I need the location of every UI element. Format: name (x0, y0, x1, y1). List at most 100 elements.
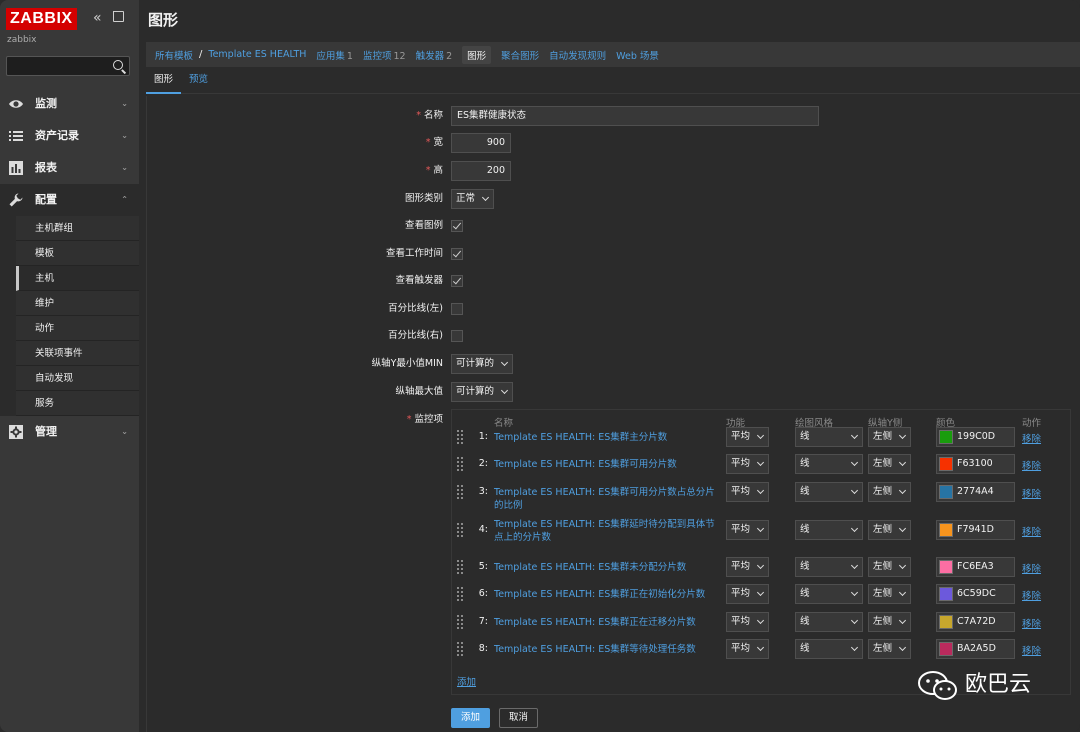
item-y-axis-select[interactable]: 左侧 (868, 584, 912, 604)
percent-left-checkbox[interactable] (451, 303, 463, 315)
item-y-axis-select[interactable]: 左侧 (868, 612, 912, 632)
percent-right-checkbox[interactable] (451, 330, 463, 342)
breadcrumb-triggers[interactable]: 触发器 2 (416, 48, 453, 62)
kiosk-mode-icon[interactable] (113, 11, 124, 22)
item-function-select[interactable]: 平均 (726, 639, 770, 659)
item-function-select[interactable]: 平均 (726, 584, 770, 604)
color-swatch[interactable] (939, 430, 953, 444)
item-draw-style-select[interactable]: 线 (795, 612, 863, 632)
show-worktime-checkbox[interactable] (451, 248, 463, 260)
tab-preview[interactable]: 预览 (181, 70, 216, 93)
item-y-axis-select[interactable]: 左侧 (868, 482, 912, 502)
breadcrumb-all-templates[interactable]: 所有模板 (155, 48, 193, 62)
drag-handle-icon[interactable] (457, 485, 463, 499)
color-swatch[interactable] (939, 523, 953, 537)
ymin-select[interactable]: 可计算的 (451, 354, 514, 374)
item-remove-link[interactable]: 移除 (1022, 431, 1041, 445)
add-button[interactable]: 添加 (451, 708, 491, 728)
drag-handle-icon[interactable] (457, 587, 463, 601)
zabbix-logo[interactable]: ZABBIX (6, 8, 77, 30)
color-hex-input[interactable]: F7941D (957, 521, 994, 539)
menu-item-monitoring[interactable]: 监测 ⌄ (0, 88, 139, 120)
submenu-item-maintenance[interactable]: 维护 (16, 291, 139, 316)
drag-handle-icon[interactable] (457, 642, 463, 656)
breadcrumb-template[interactable]: Template ES HEALTH (208, 49, 306, 60)
submenu-item-services[interactable]: 服务 (16, 391, 139, 416)
item-draw-style-select[interactable]: 线 (795, 454, 863, 474)
submenu-item-host-groups[interactable]: 主机群组 (16, 216, 139, 241)
item-remove-link[interactable]: 移除 (1022, 486, 1041, 500)
item-color-picker[interactable]: C7A72D (936, 612, 1015, 632)
breadcrumb-items[interactable]: 监控项 12 (363, 48, 406, 62)
item-draw-style-select[interactable]: 线 (795, 482, 863, 502)
item-name-link[interactable]: Template ES HEALTH: ES集群正在迁移分片数 (494, 616, 720, 629)
item-function-select[interactable]: 平均 (726, 427, 770, 447)
cancel-button[interactable]: 取消 (499, 708, 539, 728)
ymax-select[interactable]: 可计算的 (451, 382, 514, 402)
collapse-sidebar-icon[interactable]: « (93, 10, 102, 26)
item-y-axis-select[interactable]: 左侧 (868, 454, 912, 474)
width-input[interactable]: 900 (451, 133, 511, 153)
item-remove-link[interactable]: 移除 (1022, 524, 1041, 538)
submenu-item-discovery[interactable]: 自动发现 (16, 366, 139, 391)
color-hex-input[interactable]: BA2A5D (957, 640, 996, 658)
color-hex-input[interactable]: 6C59DC (957, 585, 996, 603)
item-function-select[interactable]: 平均 (726, 557, 770, 577)
item-name-link[interactable]: Template ES HEALTH: ES集群可用分片数占总分片的比例 (494, 486, 720, 512)
drag-handle-icon[interactable] (457, 430, 463, 444)
item-y-axis-select[interactable]: 左侧 (868, 520, 912, 540)
menu-item-reports[interactable]: 报表 ⌄ (0, 152, 139, 184)
menu-item-inventory[interactable]: 资产记录 ⌄ (0, 120, 139, 152)
show-triggers-checkbox[interactable] (451, 275, 463, 287)
name-input[interactable]: ES集群健康状态 (451, 106, 819, 126)
show-legend-checkbox[interactable] (451, 220, 463, 232)
add-item-link[interactable]: 添加 (457, 674, 476, 688)
graph-type-select[interactable]: 正常 (451, 189, 495, 209)
color-swatch[interactable] (939, 560, 953, 574)
item-remove-link[interactable]: 移除 (1022, 643, 1041, 657)
color-hex-input[interactable]: FC6EA3 (957, 558, 994, 576)
item-draw-style-select[interactable]: 线 (795, 427, 863, 447)
breadcrumb-discovery-rules[interactable]: 自动发现规则 (549, 48, 606, 62)
menu-item-configuration[interactable]: 配置 ⌃ (0, 184, 139, 216)
breadcrumb-applications[interactable]: 应用集 1 (316, 48, 353, 62)
color-swatch[interactable] (939, 485, 953, 499)
item-remove-link[interactable]: 移除 (1022, 588, 1041, 602)
item-color-picker[interactable]: 2774A4 (936, 482, 1015, 502)
item-color-picker[interactable]: F7941D (936, 520, 1015, 540)
item-function-select[interactable]: 平均 (726, 482, 770, 502)
item-remove-link[interactable]: 移除 (1022, 561, 1041, 575)
item-color-picker[interactable]: FC6EA3 (936, 557, 1015, 577)
submenu-item-event-correlation[interactable]: 关联项事件 (16, 341, 139, 366)
breadcrumb-screens[interactable]: 聚合图形 (501, 48, 539, 62)
drag-handle-icon[interactable] (457, 560, 463, 574)
item-function-select[interactable]: 平均 (726, 612, 770, 632)
item-color-picker[interactable]: 199C0D (936, 427, 1015, 447)
item-y-axis-select[interactable]: 左侧 (868, 427, 912, 447)
item-y-axis-select[interactable]: 左侧 (868, 557, 912, 577)
drag-handle-icon[interactable] (457, 523, 463, 537)
color-hex-input[interactable]: 2774A4 (957, 483, 994, 501)
item-remove-link[interactable]: 移除 (1022, 458, 1041, 472)
color-swatch[interactable] (939, 642, 953, 656)
item-remove-link[interactable]: 移除 (1022, 616, 1041, 630)
submenu-item-actions[interactable]: 动作 (16, 316, 139, 341)
color-swatch[interactable] (939, 615, 953, 629)
item-color-picker[interactable]: BA2A5D (936, 639, 1015, 659)
drag-handle-icon[interactable] (457, 457, 463, 471)
color-swatch[interactable] (939, 587, 953, 601)
drag-handle-icon[interactable] (457, 615, 463, 629)
item-draw-style-select[interactable]: 线 (795, 639, 863, 659)
item-y-axis-select[interactable]: 左侧 (868, 639, 912, 659)
item-color-picker[interactable]: F63100 (936, 454, 1015, 474)
item-name-link[interactable]: Template ES HEALTH: ES集群等待处理任务数 (494, 643, 720, 656)
menu-item-administration[interactable]: 管理 ⌄ (0, 416, 139, 448)
submenu-item-templates[interactable]: 模板 (16, 241, 139, 266)
search-icon[interactable] (113, 60, 123, 70)
item-name-link[interactable]: Template ES HEALTH: ES集群可用分片数 (494, 458, 720, 471)
item-function-select[interactable]: 平均 (726, 520, 770, 540)
height-input[interactable]: 200 (451, 161, 511, 181)
breadcrumb-web-scenarios[interactable]: Web 场景 (616, 48, 659, 62)
color-hex-input[interactable]: C7A72D (957, 613, 996, 631)
item-name-link[interactable]: Template ES HEALTH: ES集群主分片数 (494, 431, 720, 444)
